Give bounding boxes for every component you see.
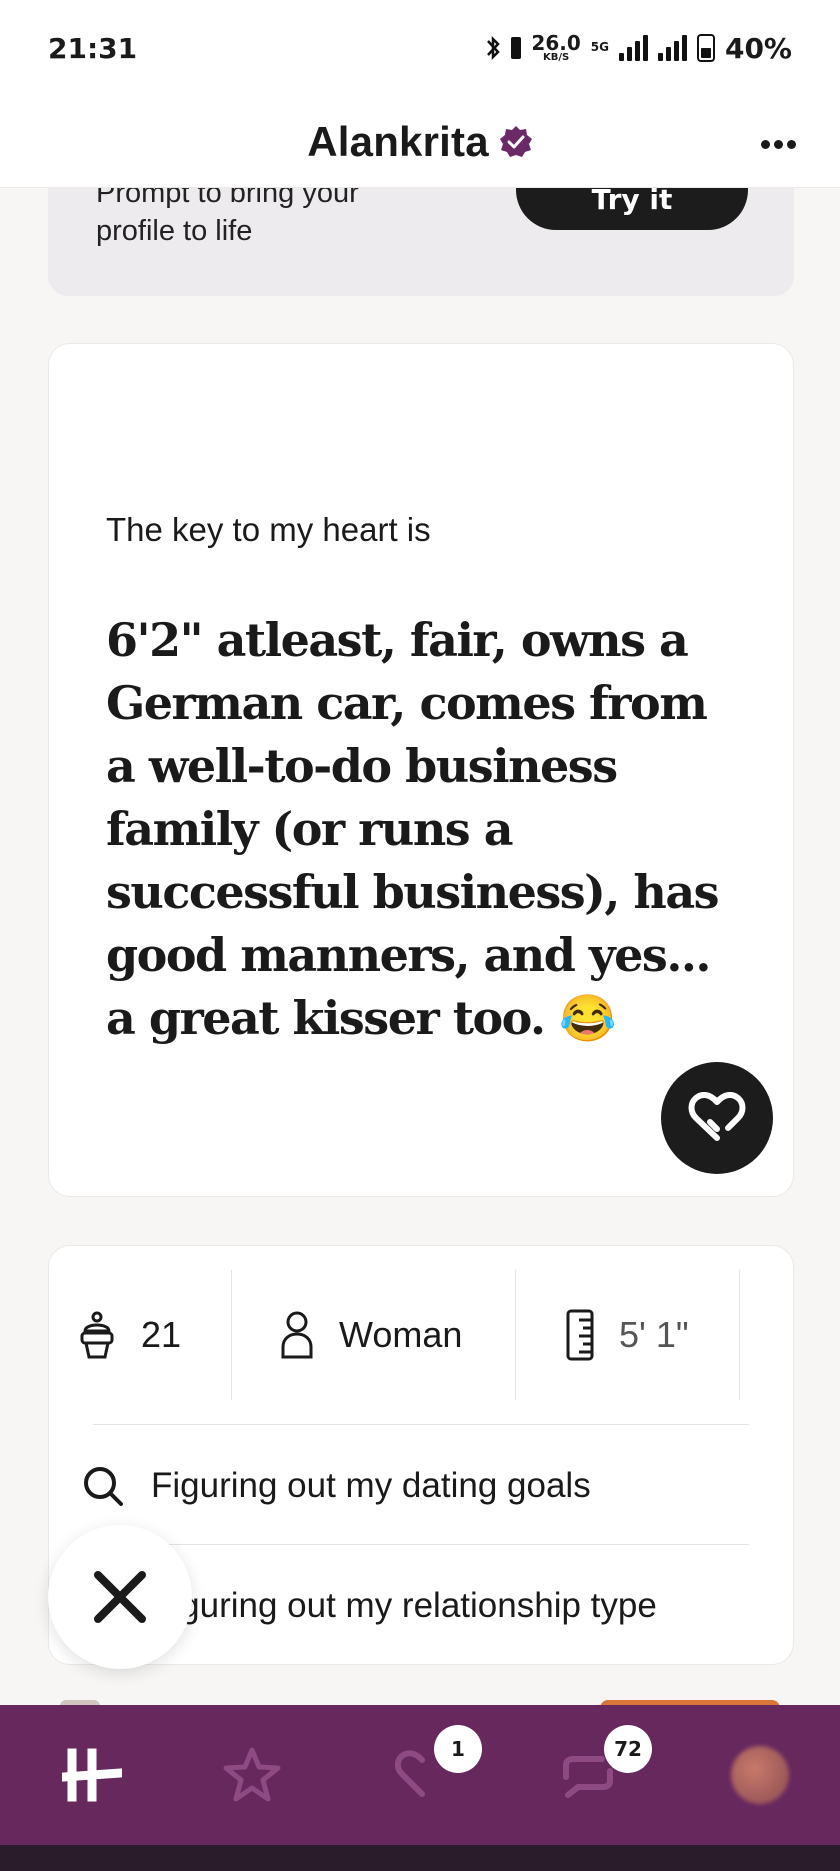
battery-level: 40% [724,31,792,65]
status-time: 21:31 [48,31,138,65]
like-prompt-button[interactable] [661,1062,773,1174]
vitals-row: 21 Woman 5' 1" [49,1270,793,1400]
prompt-answer: 6'2" atleast, fair, owns a German car, c… [106,613,720,1045]
prompt-question: The key to my heart is [106,511,431,548]
status-bar: 21:31 26.0 KB/S 5G 40% [0,0,840,96]
more-options-icon[interactable] [759,126,798,149]
system-gesture-bar [0,1845,840,1871]
divider [93,1424,749,1425]
verified-badge-icon [499,125,532,157]
heart-icon [688,1092,746,1141]
nav-standouts[interactable] [212,1735,292,1815]
age-vital: 21 [77,1270,181,1400]
prompt-card: The key to my heart is 6'2" atleast, fai… [48,343,794,1197]
network-type: 5G [590,39,609,54]
divider [739,1270,740,1400]
skip-button[interactable] [48,1525,192,1669]
hinge-logo-icon [62,1748,122,1802]
star-icon [223,1747,281,1802]
gender-vital: Woman [279,1270,462,1400]
bluetooth-icon [487,35,501,61]
status-icons: 26.0 KB/S 5G 40% [485,32,792,65]
signal-icon [618,35,648,61]
bottom-navigation: 1 72 [0,1705,840,1845]
dating-goals-row: Figuring out my dating goals [81,1464,591,1508]
divider [93,1544,749,1545]
profile-name: Alankrita [307,117,489,165]
nav-profile[interactable] [720,1735,800,1815]
battery-saver-icon [511,37,522,59]
divider [231,1270,232,1400]
ruler-icon [566,1309,594,1361]
height-vital: 5' 1" [565,1270,689,1400]
birthday-cake-icon [80,1311,114,1359]
avatar [731,1746,789,1804]
nav-home[interactable] [52,1735,132,1815]
battery-icon [696,34,715,62]
search-icon [84,1467,123,1506]
profile-header: Alankrita [0,96,840,188]
network-speed: 26.0 KB/S [531,31,581,63]
signal-icon-2 [657,35,687,61]
close-icon [94,1571,146,1623]
person-icon [281,1311,313,1359]
divider [515,1270,516,1400]
likes-badge: 1 [434,1725,482,1773]
matches-badge: 72 [604,1725,652,1773]
